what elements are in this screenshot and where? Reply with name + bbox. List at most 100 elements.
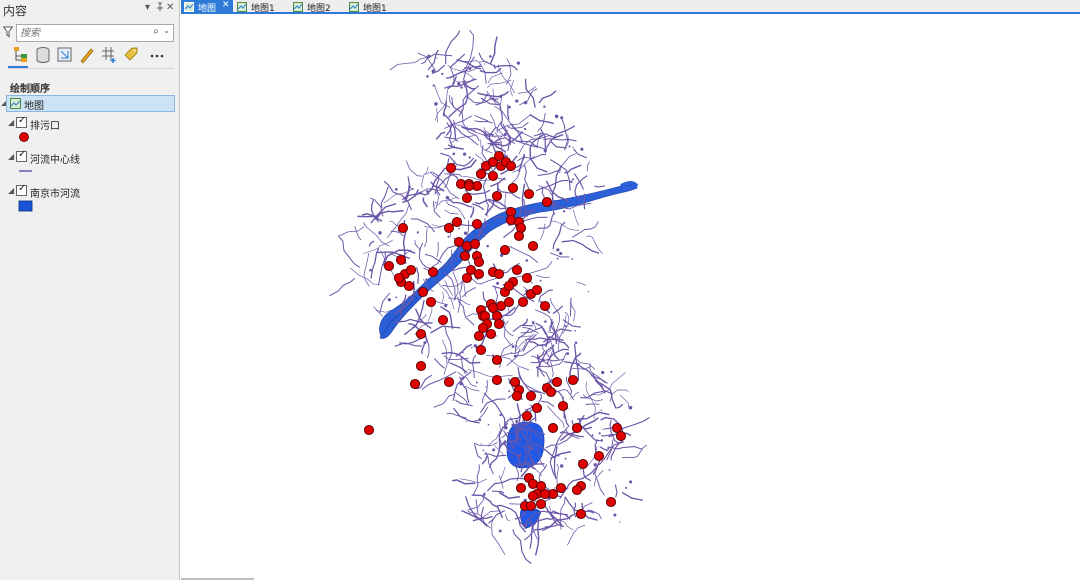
sewage-outlet-marker[interactable]: [557, 400, 569, 412]
sewage-outlet-marker[interactable]: [575, 508, 587, 520]
sewage-outlet-marker[interactable]: [545, 386, 557, 398]
sewage-outlet-marker[interactable]: [491, 190, 503, 202]
sewage-outlet-marker[interactable]: [615, 430, 627, 442]
sewage-outlet-marker[interactable]: [531, 402, 543, 414]
sewage-outlet-marker[interactable]: [475, 344, 487, 356]
sewage-outlet-marker[interactable]: [505, 160, 517, 172]
list-by-labeling-icon[interactable]: [122, 45, 140, 65]
sewage-outlet-marker[interactable]: [425, 296, 437, 308]
tab-map1-second[interactable]: 地图1: [346, 0, 401, 14]
sewage-outlet-marker[interactable]: [577, 458, 589, 470]
more-icon[interactable]: [148, 45, 166, 65]
sewage-outlet-marker[interactable]: [507, 182, 519, 194]
sewage-outlet-marker[interactable]: [491, 374, 503, 386]
sewage-outlet-marker[interactable]: [541, 196, 553, 208]
sewage-outlet-marker[interactable]: [451, 216, 463, 228]
collapse-caret-icon[interactable]: ◢: [8, 118, 14, 127]
river-fill-symbol[interactable]: [0, 200, 180, 212]
tab-map1[interactable]: 地图1: [234, 0, 289, 14]
sewage-outlet-marker[interactable]: [521, 410, 533, 422]
tree-item-outlets[interactable]: ◢ ✓ 排污口: [0, 115, 180, 132]
sewage-outlet-marker[interactable]: [503, 280, 515, 292]
sewage-outlet-marker[interactable]: [525, 500, 537, 512]
sewage-outlet-marker[interactable]: [517, 296, 529, 308]
sewage-outlet-marker[interactable]: [523, 188, 535, 200]
list-by-selection-icon[interactable]: [56, 45, 74, 65]
sewage-outlet-marker[interactable]: [445, 162, 457, 174]
sewage-outlet-marker[interactable]: [461, 192, 473, 204]
tree-item-river-centerline[interactable]: ◢ ✓ 河流中心线: [0, 149, 180, 166]
tree-item-map[interactable]: ◢ 地图: [0, 95, 180, 112]
layer-visibility-checkbox[interactable]: ✓: [16, 183, 27, 196]
sewage-outlet-marker[interactable]: [437, 314, 449, 326]
sewage-outlet-marker[interactable]: [605, 496, 617, 508]
list-by-snapping-icon[interactable]: [100, 45, 118, 65]
sewage-outlet-marker[interactable]: [493, 318, 505, 330]
close-tab-icon[interactable]: ✕: [222, 0, 230, 10]
sewage-outlet-marker[interactable]: [473, 330, 485, 342]
layer-visibility-checkbox[interactable]: ✓: [16, 115, 27, 128]
sewage-outlet-marker[interactable]: [547, 422, 559, 434]
sewage-outlet-marker[interactable]: [593, 450, 605, 462]
map-view[interactable]: [181, 16, 1080, 580]
sewage-outlet-marker[interactable]: [525, 390, 537, 402]
sewage-outlet-marker[interactable]: [443, 376, 455, 388]
layer-visibility-checkbox[interactable]: ✓: [16, 149, 27, 162]
sewage-outlet-marker[interactable]: [461, 272, 473, 284]
sewage-outlet-marker[interactable]: [531, 284, 543, 296]
map-canvas[interactable]: [181, 16, 1080, 580]
sewage-outlet-marker[interactable]: [471, 218, 483, 230]
sewage-outlet-marker[interactable]: [485, 328, 497, 340]
tab-map[interactable]: 地图 ✕: [181, 0, 233, 14]
sewage-outlet-marker[interactable]: [511, 264, 523, 276]
sewage-outlet-marker[interactable]: [463, 180, 475, 192]
pane-options-icon[interactable]: ▾: [145, 2, 150, 13]
sewage-outlet-marker[interactable]: [473, 256, 485, 268]
outlet-symbol[interactable]: [0, 131, 180, 143]
sewage-outlet-marker[interactable]: [571, 484, 583, 496]
collapse-caret-icon[interactable]: ◢: [8, 152, 14, 161]
sewage-outlet-marker[interactable]: [555, 482, 567, 494]
filter-icon[interactable]: [2, 26, 14, 41]
collapse-caret-icon[interactable]: ◢: [8, 186, 14, 195]
close-pane-icon[interactable]: ✕: [166, 2, 174, 13]
sewage-outlet-marker[interactable]: [521, 272, 533, 284]
search-dropdown-icon[interactable]: ⌄: [163, 26, 170, 35]
pin-icon[interactable]: [156, 2, 164, 15]
sewage-outlet-marker[interactable]: [551, 376, 563, 388]
search-input[interactable]: [17, 25, 147, 41]
sewage-outlet-marker[interactable]: [539, 300, 551, 312]
sewage-outlet-marker[interactable]: [409, 378, 421, 390]
sewage-outlet-marker[interactable]: [567, 374, 579, 386]
sewage-outlet-marker[interactable]: [535, 498, 547, 510]
sewage-outlet-marker[interactable]: [395, 254, 407, 266]
sewage-outlet-marker[interactable]: [415, 360, 427, 372]
sewage-outlet-marker[interactable]: [527, 490, 539, 502]
sewage-outlet-marker[interactable]: [513, 230, 525, 242]
sewage-outlet-marker[interactable]: [473, 268, 485, 280]
sewage-outlet-marker[interactable]: [535, 480, 547, 492]
sewage-outlet-marker[interactable]: [383, 260, 395, 272]
sewage-outlet-marker[interactable]: [397, 222, 409, 234]
search-icon[interactable]: ⌕: [153, 26, 159, 37]
sewage-outlet-marker[interactable]: [515, 482, 527, 494]
list-by-drawing-order-icon[interactable]: [12, 45, 30, 65]
sewage-outlet-marker[interactable]: [405, 264, 417, 276]
sewage-outlet-marker[interactable]: [363, 424, 375, 436]
sewage-outlet-marker[interactable]: [511, 390, 523, 402]
tab-map2[interactable]: 地图2: [290, 0, 345, 14]
sewage-outlet-marker[interactable]: [417, 286, 429, 298]
sewage-outlet-marker[interactable]: [427, 266, 439, 278]
sewage-outlet-marker[interactable]: [499, 244, 511, 256]
sewage-outlet-marker[interactable]: [459, 250, 471, 262]
sewage-outlet-marker[interactable]: [571, 422, 583, 434]
sewage-outlet-marker[interactable]: [443, 222, 455, 234]
sewage-outlet-marker[interactable]: [475, 168, 487, 180]
sewage-outlet-marker[interactable]: [527, 240, 539, 252]
list-by-editing-icon[interactable]: [78, 45, 96, 65]
centerline-symbol[interactable]: [0, 167, 180, 177]
list-by-source-icon[interactable]: [34, 45, 52, 65]
sewage-outlet-marker[interactable]: [469, 238, 481, 250]
sewage-outlet-marker[interactable]: [393, 272, 405, 284]
sewage-outlet-marker[interactable]: [493, 268, 505, 280]
